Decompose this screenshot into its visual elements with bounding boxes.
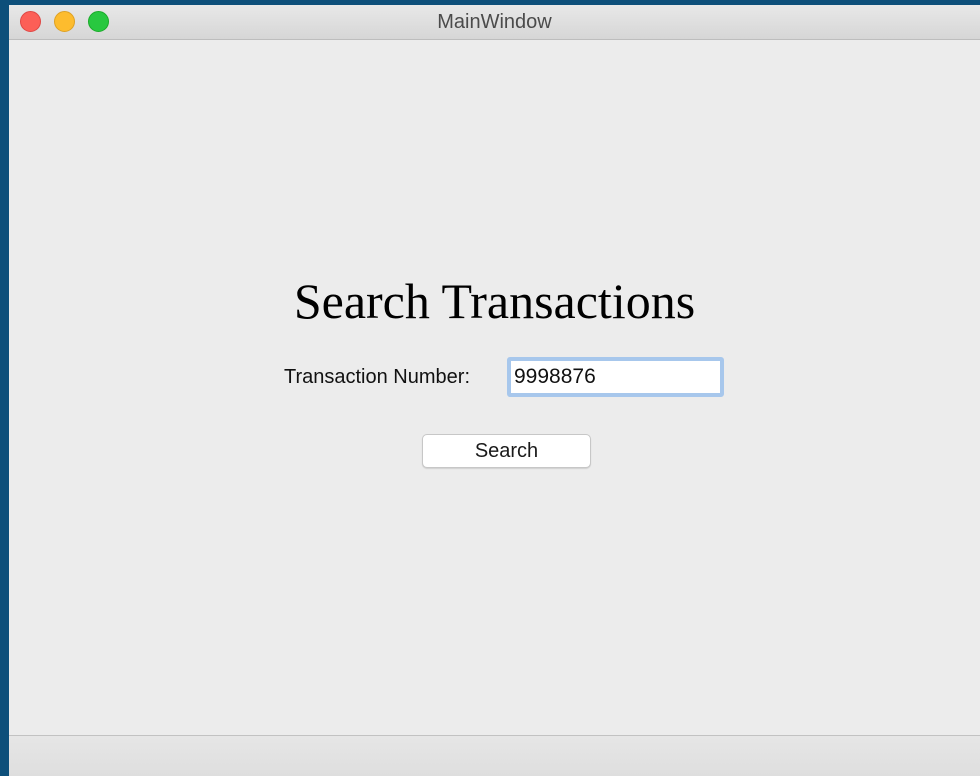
search-button[interactable]: Search bbox=[422, 434, 591, 468]
window-title: MainWindow bbox=[437, 11, 552, 33]
status-bar bbox=[9, 735, 980, 776]
transaction-number-input[interactable]: 9998876 bbox=[507, 357, 724, 397]
transaction-number-label: Transaction Number: bbox=[284, 366, 470, 388]
page-title: Search Transactions bbox=[293, 273, 696, 329]
title-bar[interactable]: MainWindow bbox=[9, 5, 980, 40]
main-window: MainWindow Search Transactions Transacti… bbox=[9, 5, 980, 776]
content-area: Search Transactions Transaction Number: … bbox=[9, 40, 980, 735]
